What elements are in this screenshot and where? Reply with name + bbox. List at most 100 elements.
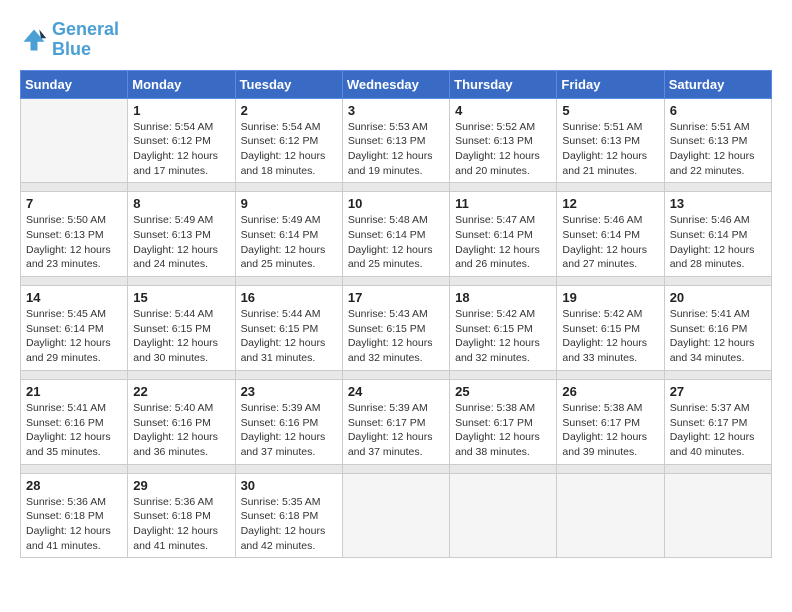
logo: General Blue xyxy=(20,20,119,60)
calendar-cell: 24Sunrise: 5:39 AM Sunset: 6:17 PM Dayli… xyxy=(342,379,449,464)
day-number: 3 xyxy=(348,103,444,118)
calendar-cell: 9 Sunrise: 5:49 AM Sunset: 6:14 PM Daylig… xyxy=(235,192,342,277)
day-header: Tuesday xyxy=(235,70,342,98)
day-number: 30 xyxy=(241,478,337,493)
day-number: 10 xyxy=(348,196,444,211)
day-info: Sunrise: 5:41 AM Sunset: 6:16 PM Dayligh… xyxy=(26,401,122,460)
day-info: Sunrise: 5:44 AM Sunset: 6:15 PM Dayligh… xyxy=(133,307,229,366)
calendar-cell: 10 Sunrise: 5:48 AM Sunset: 6:14 PM Dayli… xyxy=(342,192,449,277)
calendar-cell: 21Sunrise: 5:41 AM Sunset: 6:16 PM Dayli… xyxy=(21,379,128,464)
calendar-cell: 20 Sunrise: 5:41 AM Sunset: 6:16 PM Dayli… xyxy=(664,286,771,371)
week-divider xyxy=(21,277,772,286)
calendar-cell: 3 Sunrise: 5:53 AM Sunset: 6:13 PM Daylig… xyxy=(342,98,449,183)
day-info: Sunrise: 5:44 AM Sunset: 6:15 PM Dayligh… xyxy=(241,307,337,366)
day-number: 6 xyxy=(670,103,766,118)
day-info: Sunrise: 5:47 AM Sunset: 6:14 PM Dayligh… xyxy=(455,213,551,272)
day-number: 11 xyxy=(455,196,551,211)
calendar-cell: 7Sunrise: 5:50 AM Sunset: 6:13 PM Daylig… xyxy=(21,192,128,277)
day-info: Sunrise: 5:54 AM Sunset: 6:12 PM Dayligh… xyxy=(133,120,229,179)
day-number: 29 xyxy=(133,478,229,493)
day-info: Sunrise: 5:41 AM Sunset: 6:16 PM Dayligh… xyxy=(670,307,766,366)
week-divider xyxy=(21,183,772,192)
day-info: Sunrise: 5:35 AM Sunset: 6:18 PM Dayligh… xyxy=(241,495,337,554)
logo-text: General Blue xyxy=(52,20,119,60)
day-number: 13 xyxy=(670,196,766,211)
calendar-cell: 5 Sunrise: 5:51 AM Sunset: 6:13 PM Daylig… xyxy=(557,98,664,183)
day-number: 16 xyxy=(241,290,337,305)
day-info: Sunrise: 5:49 AM Sunset: 6:14 PM Dayligh… xyxy=(241,213,337,272)
day-header: Monday xyxy=(128,70,235,98)
calendar-cell: 8 Sunrise: 5:49 AM Sunset: 6:13 PM Daylig… xyxy=(128,192,235,277)
day-info: Sunrise: 5:43 AM Sunset: 6:15 PM Dayligh… xyxy=(348,307,444,366)
calendar-cell: 30 Sunrise: 5:35 AM Sunset: 6:18 PM Dayli… xyxy=(235,473,342,558)
day-info: Sunrise: 5:40 AM Sunset: 6:16 PM Dayligh… xyxy=(133,401,229,460)
calendar-cell: 14 Sunrise: 5:45 AM Sunset: 6:14 PM Dayli… xyxy=(21,286,128,371)
day-info: Sunrise: 5:38 AM Sunset: 6:17 PM Dayligh… xyxy=(562,401,658,460)
day-info: Sunrise: 5:45 AM Sunset: 6:14 PM Dayligh… xyxy=(26,307,122,366)
day-info: Sunrise: 5:51 AM Sunset: 6:13 PM Dayligh… xyxy=(670,120,766,179)
day-info: Sunrise: 5:50 AM Sunset: 6:13 PM Dayligh… xyxy=(26,213,122,272)
day-number: 23 xyxy=(241,384,337,399)
day-number: 15 xyxy=(133,290,229,305)
day-header: Thursday xyxy=(450,70,557,98)
day-number: 18 xyxy=(455,290,551,305)
calendar-cell xyxy=(664,473,771,558)
day-info: Sunrise: 5:36 AM Sunset: 6:18 PM Dayligh… xyxy=(26,495,122,554)
day-info: Sunrise: 5:37 AM Sunset: 6:17 PM Dayligh… xyxy=(670,401,766,460)
calendar-cell: 16 Sunrise: 5:44 AM Sunset: 6:15 PM Dayli… xyxy=(235,286,342,371)
calendar-cell: 1 Sunrise: 5:54 AM Sunset: 6:12 PM Daylig… xyxy=(128,98,235,183)
day-info: Sunrise: 5:53 AM Sunset: 6:13 PM Dayligh… xyxy=(348,120,444,179)
day-number: 14 xyxy=(26,290,122,305)
day-number: 17 xyxy=(348,290,444,305)
day-number: 28 xyxy=(26,478,122,493)
calendar-cell: 12Sunrise: 5:46 AM Sunset: 6:14 PM Dayli… xyxy=(557,192,664,277)
day-header: Wednesday xyxy=(342,70,449,98)
day-info: Sunrise: 5:39 AM Sunset: 6:17 PM Dayligh… xyxy=(348,401,444,460)
day-header: Saturday xyxy=(664,70,771,98)
calendar-cell xyxy=(21,98,128,183)
day-number: 26 xyxy=(562,384,658,399)
calendar-cell: 2Sunrise: 5:54 AM Sunset: 6:12 PM Daylig… xyxy=(235,98,342,183)
day-number: 20 xyxy=(670,290,766,305)
week-divider xyxy=(21,370,772,379)
day-number: 25 xyxy=(455,384,551,399)
calendar-cell: 4 Sunrise: 5:52 AM Sunset: 6:13 PM Daylig… xyxy=(450,98,557,183)
calendar-cell xyxy=(450,473,557,558)
calendar-cell: 29Sunrise: 5:36 AM Sunset: 6:18 PM Dayli… xyxy=(128,473,235,558)
day-info: Sunrise: 5:42 AM Sunset: 6:15 PM Dayligh… xyxy=(562,307,658,366)
day-number: 19 xyxy=(562,290,658,305)
day-number: 12 xyxy=(562,196,658,211)
week-divider xyxy=(21,464,772,473)
day-header: Sunday xyxy=(21,70,128,98)
calendar-cell: 13 Sunrise: 5:46 AM Sunset: 6:14 PM Dayli… xyxy=(664,192,771,277)
calendar-week-row: 7Sunrise: 5:50 AM Sunset: 6:13 PM Daylig… xyxy=(21,192,772,277)
calendar-cell: 19 Sunrise: 5:42 AM Sunset: 6:15 PM Dayli… xyxy=(557,286,664,371)
day-info: Sunrise: 5:54 AM Sunset: 6:12 PM Dayligh… xyxy=(241,120,337,179)
day-info: Sunrise: 5:46 AM Sunset: 6:14 PM Dayligh… xyxy=(670,213,766,272)
day-number: 9 xyxy=(241,196,337,211)
page-header: General Blue xyxy=(20,20,772,60)
day-number: 5 xyxy=(562,103,658,118)
day-header: Friday xyxy=(557,70,664,98)
calendar-cell: 17 Sunrise: 5:43 AM Sunset: 6:15 PM Dayli… xyxy=(342,286,449,371)
day-info: Sunrise: 5:39 AM Sunset: 6:16 PM Dayligh… xyxy=(241,401,337,460)
calendar-cell xyxy=(557,473,664,558)
calendar-cell: 15 Sunrise: 5:44 AM Sunset: 6:15 PM Dayli… xyxy=(128,286,235,371)
day-number: 22 xyxy=(133,384,229,399)
day-info: Sunrise: 5:49 AM Sunset: 6:13 PM Dayligh… xyxy=(133,213,229,272)
day-number: 1 xyxy=(133,103,229,118)
day-info: Sunrise: 5:51 AM Sunset: 6:13 PM Dayligh… xyxy=(562,120,658,179)
calendar-header-row: SundayMondayTuesdayWednesdayThursdayFrid… xyxy=(21,70,772,98)
day-number: 8 xyxy=(133,196,229,211)
calendar-cell: 28 Sunrise: 5:36 AM Sunset: 6:18 PM Dayli… xyxy=(21,473,128,558)
calendar-week-row: 1 Sunrise: 5:54 AM Sunset: 6:12 PM Daylig… xyxy=(21,98,772,183)
day-info: Sunrise: 5:48 AM Sunset: 6:14 PM Dayligh… xyxy=(348,213,444,272)
calendar-week-row: 21Sunrise: 5:41 AM Sunset: 6:16 PM Dayli… xyxy=(21,379,772,464)
calendar-cell: 11 Sunrise: 5:47 AM Sunset: 6:14 PM Dayli… xyxy=(450,192,557,277)
day-info: Sunrise: 5:52 AM Sunset: 6:13 PM Dayligh… xyxy=(455,120,551,179)
logo-icon xyxy=(20,26,48,54)
calendar-cell: 6 Sunrise: 5:51 AM Sunset: 6:13 PM Daylig… xyxy=(664,98,771,183)
calendar-cell: 25Sunrise: 5:38 AM Sunset: 6:17 PM Dayli… xyxy=(450,379,557,464)
day-number: 27 xyxy=(670,384,766,399)
day-number: 4 xyxy=(455,103,551,118)
